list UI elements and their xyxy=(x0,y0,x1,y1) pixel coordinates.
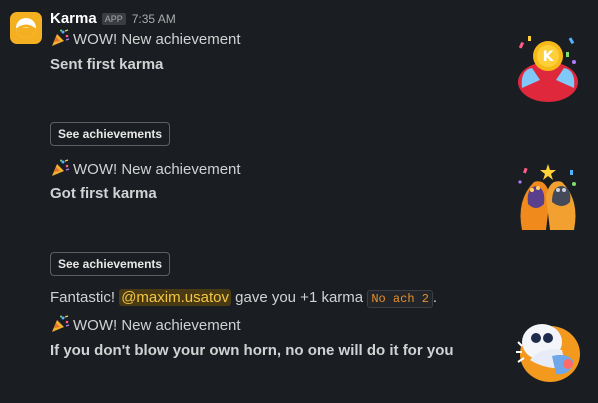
svg-text:K: K xyxy=(543,49,555,65)
karma-coin-hands-illustration: K xyxy=(518,36,578,102)
app-badge: APP xyxy=(101,13,126,25)
sender-name[interactable]: Karma xyxy=(50,10,97,27)
achievement-title: Sent first karma xyxy=(50,56,164,73)
achievement-title: Got first karma xyxy=(50,185,157,202)
karma-message: Karma APP 7:35 AM WOW! New achievement S… xyxy=(0,0,598,403)
inline-code: No ach 2 xyxy=(367,290,433,308)
karma-middle: gave you +1 karma xyxy=(235,289,364,306)
headline-text: WOW! New achievement xyxy=(73,161,241,178)
party-popper-icon xyxy=(52,29,70,46)
high-five-illustration xyxy=(518,164,576,230)
party-popper-icon xyxy=(52,315,70,332)
achievement-headline: WOW! New achievement xyxy=(50,159,241,178)
karma-logo-icon xyxy=(16,18,36,38)
see-achievements-button[interactable]: See achievements xyxy=(50,122,171,146)
karma-app-avatar[interactable] xyxy=(10,12,42,44)
headline-text: WOW! New achievement xyxy=(73,317,241,334)
see-achievements-button[interactable]: See achievements xyxy=(50,252,171,276)
karma-suffix: . xyxy=(432,289,438,306)
achievement-headline: WOW! New achievement xyxy=(50,29,241,48)
party-popper-icon xyxy=(52,159,70,176)
karma-prefix: Fantastic! xyxy=(50,289,116,306)
horn-blowing-illustration xyxy=(516,324,580,382)
karma-notification: Fantastic! @maxim.usatov gave you +1 kar… xyxy=(50,289,438,308)
achievement-headline: WOW! New achievement xyxy=(50,315,241,334)
message-header: Karma APP 7:35 AM xyxy=(50,10,176,27)
achievement-title: If you don't blow your own horn, no one … xyxy=(50,342,454,359)
user-mention[interactable]: @maxim.usatov xyxy=(119,289,231,306)
timestamp[interactable]: 7:35 AM xyxy=(132,12,176,26)
headline-text: WOW! New achievement xyxy=(73,31,241,48)
